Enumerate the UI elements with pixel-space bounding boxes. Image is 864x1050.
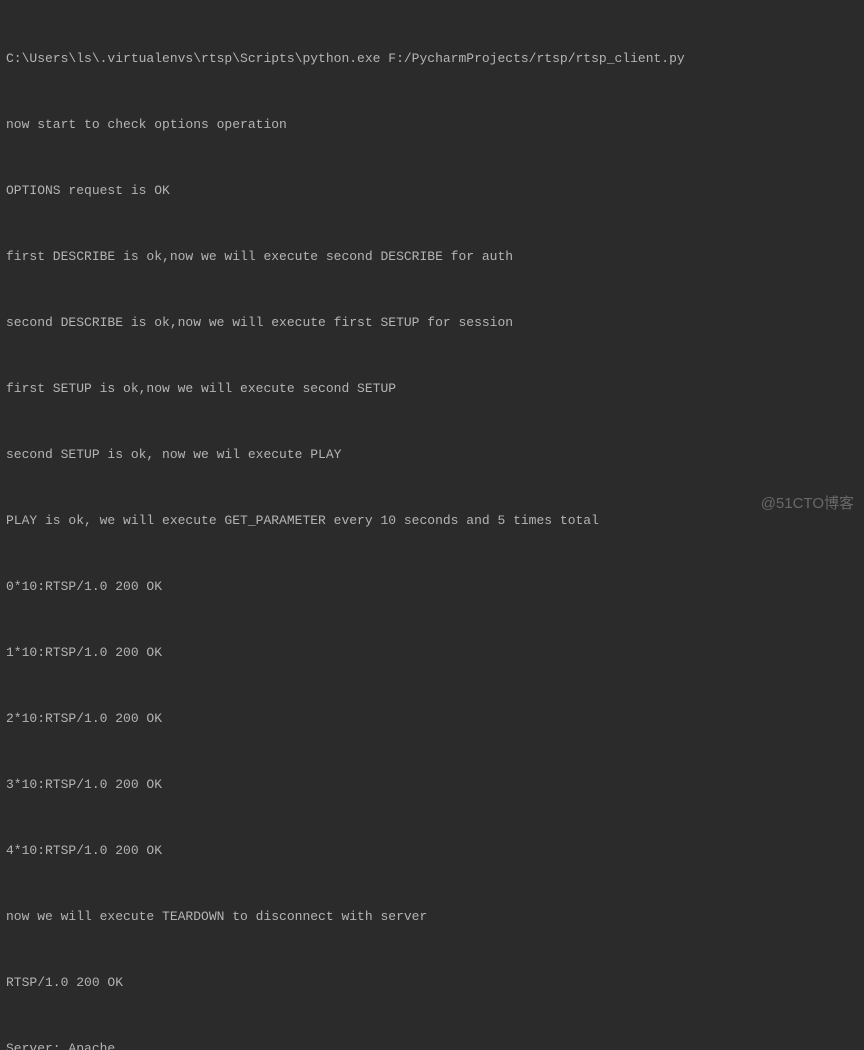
console-line: PLAY is ok, we will execute GET_PARAMETE… [6, 510, 858, 532]
console-line: C:\Users\ls\.virtualenvs\rtsp\Scripts\py… [6, 48, 858, 70]
console-line: first SETUP is ok,now we will execute se… [6, 378, 858, 400]
console-line: 1*10:RTSP/1.0 200 OK [6, 642, 858, 664]
console-line: now start to check options operation [6, 114, 858, 136]
console-line: 2*10:RTSP/1.0 200 OK [6, 708, 858, 730]
console-line: first DESCRIBE is ok,now we will execute… [6, 246, 858, 268]
console-line: RTSP/1.0 200 OK [6, 972, 858, 994]
watermark-text: @51CTO博客 [761, 493, 854, 515]
console-line: now we will execute TEARDOWN to disconne… [6, 906, 858, 928]
console-line: Server: Apache [6, 1038, 858, 1050]
console-line: OPTIONS request is OK [6, 180, 858, 202]
console-line: second SETUP is ok, now we wil execute P… [6, 444, 858, 466]
console-line: 4*10:RTSP/1.0 200 OK [6, 840, 858, 862]
console-line: 3*10:RTSP/1.0 200 OK [6, 774, 858, 796]
console-line: second DESCRIBE is ok,now we will execut… [6, 312, 858, 334]
console-output: C:\Users\ls\.virtualenvs\rtsp\Scripts\py… [6, 4, 858, 1050]
console-line: 0*10:RTSP/1.0 200 OK [6, 576, 858, 598]
